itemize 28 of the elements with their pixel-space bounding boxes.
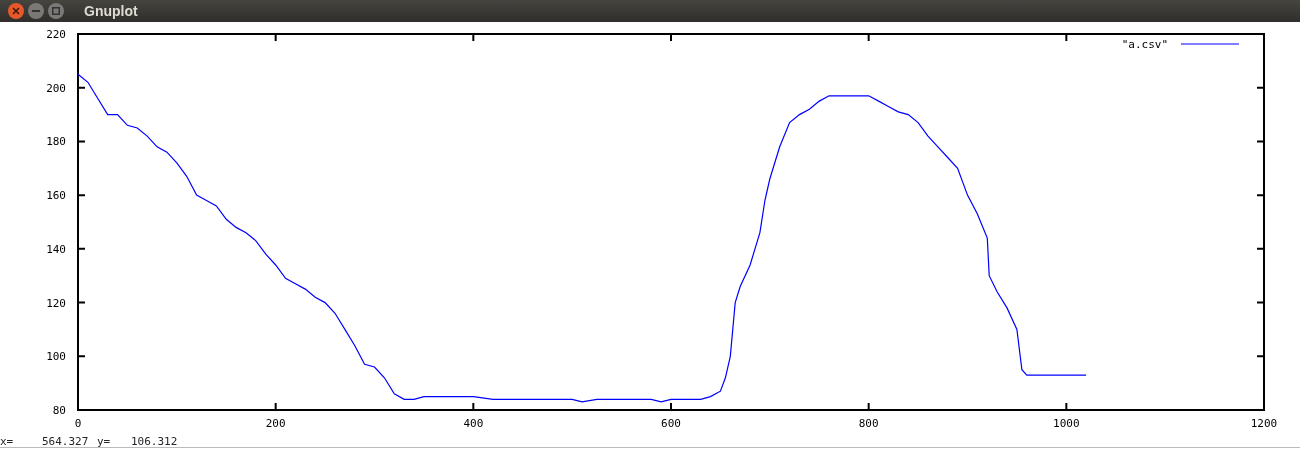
maximize-button[interactable] (48, 3, 64, 19)
y-tick-label: 120 (46, 296, 66, 310)
window-title: Gnuplot (84, 1, 138, 21)
x-tick-label: 1200 (1250, 417, 1278, 430)
minimize-icon (32, 10, 40, 12)
legend-label: "a.csv" (1121, 38, 1168, 51)
x-tick-label: 800 (858, 417, 879, 430)
close-button[interactable] (8, 3, 24, 19)
coordinate-value: 564.327 (42, 436, 89, 448)
y-tick-label: 180 (46, 135, 66, 149)
x-tick-label: 1000 (1053, 417, 1080, 430)
y-tick-label: 160 (46, 189, 66, 203)
x-tick-label: 0 (74, 417, 82, 430)
y-tick-label: 80 (52, 404, 66, 417)
coordinate-value: 106.312 (131, 436, 178, 448)
minimize-button[interactable] (28, 3, 44, 19)
coordinate-label: y= (97, 436, 111, 448)
legend-line-sample (1180, 43, 1240, 45)
x-tick-label: 400 (463, 417, 484, 430)
coordinate-label: x= (0, 436, 14, 448)
maximize-icon (52, 7, 60, 15)
close-icon (12, 7, 20, 15)
y-tick-label: 220 (46, 28, 66, 41)
y-tick-label: 200 (46, 81, 66, 95)
x-tick-label: 200 (265, 417, 286, 430)
y-tick-label: 140 (46, 242, 66, 256)
x-tick-label: 600 (661, 417, 681, 430)
y-tick-label: 100 (46, 350, 66, 364)
